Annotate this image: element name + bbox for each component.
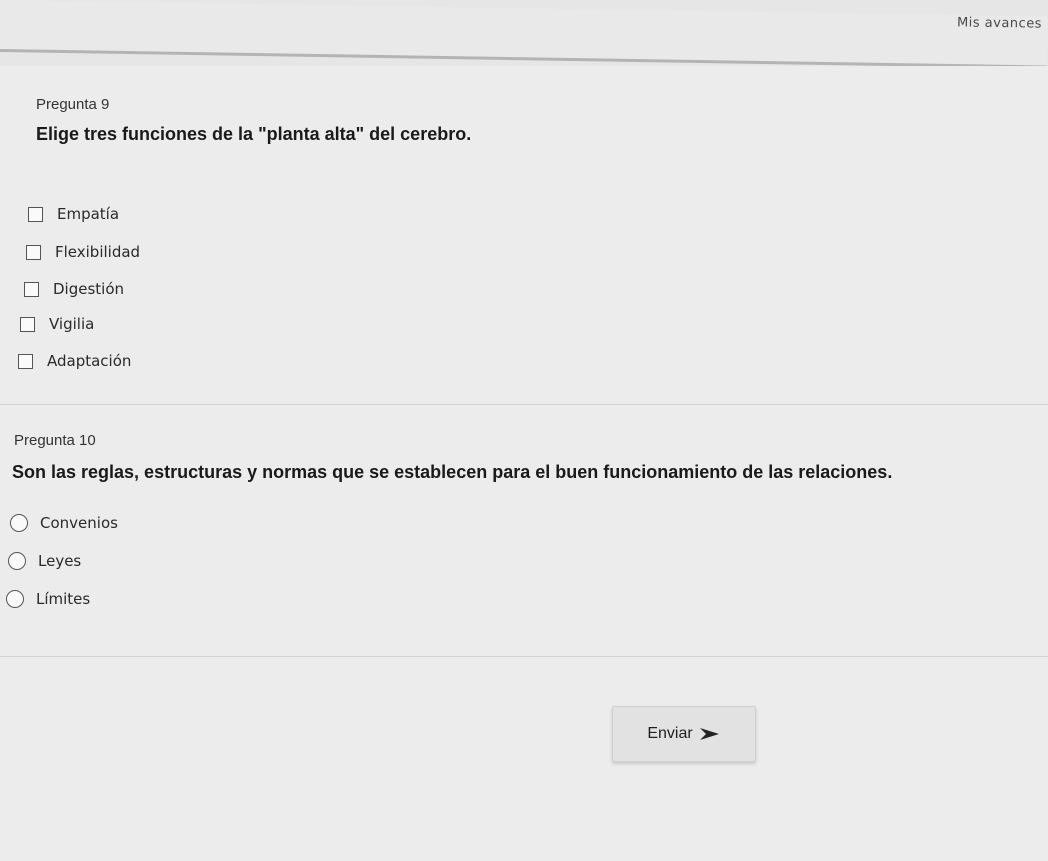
question-number: Pregunta 10 [14,432,96,449]
question-text: Son las reglas, estructuras y normas que… [12,462,893,482]
submit-label: Enviar [647,725,693,742]
option-empatia[interactable]: Empatía [28,203,119,225]
submit-button[interactable]: Enviar [612,706,756,762]
question-divider [0,656,1048,657]
option-label: Empatía [57,205,120,223]
option-label: Límites [36,590,91,608]
option-label: Flexibilidad [55,243,141,261]
checkbox[interactable] [28,206,43,222]
checkbox[interactable] [26,244,41,260]
checkbox[interactable] [20,316,35,332]
option-vigilia[interactable]: Vigilia [20,313,94,335]
option-digestion[interactable]: Digestión [24,278,124,300]
question-10: Pregunta 10 Son las reglas, estructuras … [0,422,1048,642]
option-limites[interactable]: Límites [6,588,90,610]
option-label: Convenios [40,514,118,532]
option-convenios[interactable]: Convenios [10,512,118,534]
question-number: Pregunta 9 [36,96,110,113]
option-leyes[interactable]: Leyes [8,550,81,572]
checkbox[interactable] [18,353,33,369]
radio-button[interactable] [8,552,26,570]
radio-button[interactable] [6,590,24,608]
option-label: Digestión [53,280,125,298]
top-header [0,0,1048,69]
option-flexibilidad[interactable]: Flexibilidad [26,241,140,263]
question-9: Pregunta 9 Elige tres funciones de la "p… [0,86,1048,406]
checkbox[interactable] [24,281,39,297]
option-label: Vigilia [49,315,95,333]
option-label: Adaptación [47,352,132,370]
radio-button[interactable] [10,514,28,532]
arrow-right-icon [699,728,719,740]
option-label: Leyes [38,552,82,570]
option-adaptacion[interactable]: Adaptación [18,350,131,372]
quiz-panel: Pregunta 9 Elige tres funciones de la "p… [0,66,1048,861]
question-text: Elige tres funciones de la "planta alta"… [36,124,472,144]
question-divider [0,404,1048,405]
progress-link[interactable]: Mis avances [957,15,1042,31]
